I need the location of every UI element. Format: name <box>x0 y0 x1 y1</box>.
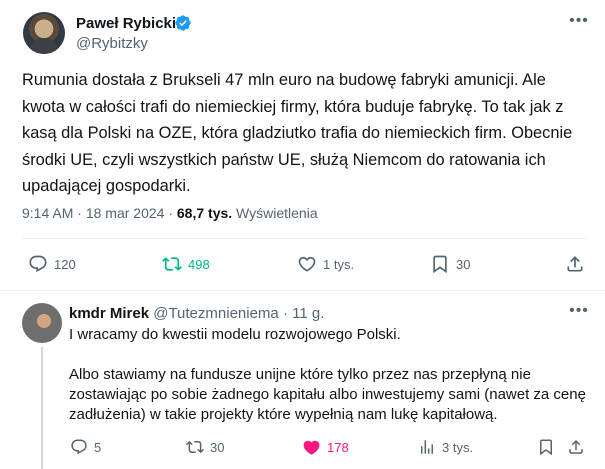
reply-paragraph: I wracamy do kwestii modelu rozwojowego … <box>69 326 401 343</box>
verified-badge-icon <box>175 15 191 31</box>
retweet-count: 498 <box>188 256 210 272</box>
views-count: 3 tys. <box>442 439 474 455</box>
tweet-meta: 9:14 AM · 18 mar 2024 · 68,7 tys. Wyświe… <box>22 203 318 223</box>
bookmark-count: 30 <box>456 256 471 272</box>
retweet-button[interactable]: 498 <box>162 254 210 274</box>
author-handle[interactable]: @Rybitzky <box>76 34 148 53</box>
like-icon <box>303 440 320 455</box>
reply-count: 120 <box>54 256 76 272</box>
share-icon <box>567 256 583 272</box>
share-button[interactable] <box>565 254 585 274</box>
bookmark-icon <box>433 255 447 274</box>
reply-count: 5 <box>94 439 102 455</box>
reply-avatar[interactable] <box>22 303 62 343</box>
retweet-count: 30 <box>210 439 225 455</box>
retweet-icon <box>186 440 204 454</box>
reply-button[interactable]: 5 <box>70 437 101 457</box>
reply-time[interactable]: · 11 g. <box>283 305 324 322</box>
bookmark-button[interactable] <box>537 437 555 457</box>
views-icon <box>421 440 433 454</box>
reply-author-handle[interactable]: @Tutezmnieniema <box>153 305 279 322</box>
like-count: 1 tys. <box>323 256 355 272</box>
meta-separator: · <box>77 205 82 221</box>
reply-header: kmdr Mirek @Tutezmnieniema · 11 g. <box>69 304 324 323</box>
author-avatar[interactable] <box>23 12 65 54</box>
reply-author-name[interactable]: kmdr Mirek <box>69 305 149 322</box>
tweet-time[interactable]: 9:14 AM <box>22 205 73 221</box>
like-icon <box>298 256 316 272</box>
reply-tweet[interactable]: kmdr Mirek @Tutezmnieniema · 11 g. ••• I… <box>0 291 605 469</box>
like-button[interactable]: 178 <box>302 437 349 457</box>
share-icon <box>569 439 583 454</box>
divider <box>22 238 587 239</box>
bookmark-icon <box>540 439 552 456</box>
retweet-button[interactable]: 30 <box>186 437 224 457</box>
more-icon[interactable]: ••• <box>566 13 592 34</box>
reply-icon <box>29 255 47 273</box>
tweet-text: Rumunia dostała z Brukseli 47 mln euro n… <box>22 71 573 195</box>
reply-text: I wracamy do kwestii modelu rozwojowego … <box>69 325 589 425</box>
reply-icon <box>71 439 87 455</box>
author-name[interactable]: Paweł Rybicki <box>76 14 176 33</box>
bookmark-button[interactable]: 30 <box>430 254 470 274</box>
reply-paragraph: Albo stawiamy na fundusze unijne które t… <box>69 366 586 423</box>
views-button[interactable]: 3 tys. <box>418 437 473 457</box>
reply-button[interactable]: 120 <box>28 254 76 274</box>
retweet-icon <box>162 257 182 271</box>
views-label: Wyświetlenia <box>236 205 318 221</box>
share-button[interactable] <box>567 437 585 457</box>
views-count: 68,7 tys. <box>176 205 233 221</box>
like-count: 178 <box>327 439 349 455</box>
tweet-date[interactable]: 18 mar 2024 <box>86 205 165 221</box>
more-icon[interactable]: ••• <box>566 303 592 324</box>
thread-line <box>41 347 43 469</box>
like-button[interactable]: 1 tys. <box>297 254 354 274</box>
meta-separator: · <box>168 205 173 221</box>
main-tweet: Paweł Rybicki @Rybitzky ••• Rumunia dost… <box>0 0 605 290</box>
